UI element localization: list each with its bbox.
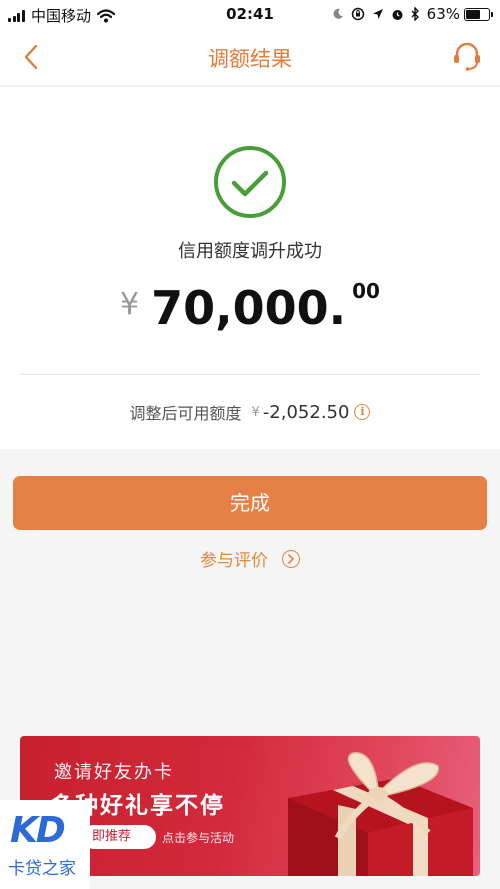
status-right: 63%	[325, 5, 493, 23]
amount-decimal: 00	[352, 279, 380, 303]
feedback-label: 参与评价	[200, 551, 268, 571]
success-check-icon	[214, 146, 286, 218]
nav-bar: 调额结果	[0, 30, 500, 86]
page-title: 调额结果	[208, 47, 292, 71]
lock-rotation-icon	[351, 7, 364, 21]
location-icon	[372, 9, 383, 19]
watermark-logo: KD	[10, 810, 66, 851]
info-icon[interactable]: i	[354, 404, 371, 420]
available-credit-row: 调整后可用额度 ¥ -2,052.50 i	[0, 400, 500, 424]
available-value: -2,052.50	[262, 401, 350, 423]
feedback-link[interactable]: 参与评价	[0, 546, 500, 571]
moon-icon	[333, 8, 343, 19]
battery-percent: 63%	[426, 5, 460, 23]
available-label: 调整后可用额度	[129, 404, 242, 423]
divider	[20, 374, 480, 375]
alarm-icon	[392, 9, 403, 20]
gift-box-icon	[288, 752, 473, 876]
bluetooth-icon	[411, 7, 419, 21]
available-currency: ¥	[251, 404, 260, 420]
customer-service-icon[interactable]	[450, 40, 484, 74]
battery-icon	[464, 7, 493, 21]
watermark-text: 卡贷之家	[8, 859, 76, 879]
done-button[interactable]: 完成	[13, 476, 487, 530]
chevron-right-circle-icon	[282, 549, 300, 568]
result-message: 信用额度调升成功	[178, 241, 322, 262]
banner-pill-button[interactable]: 即推荐	[82, 825, 156, 849]
result-card: 信用额度调升成功 ¥70,000. 00 调整后可用额度 ¥ -2,052.50 …	[0, 87, 500, 449]
banner-line1: 邀请好友办卡	[54, 762, 174, 783]
amount-integer: 70,000.	[151, 281, 347, 335]
credit-amount: ¥70,000. 00	[0, 279, 500, 335]
site-watermark: KD 卡贷之家	[0, 800, 90, 889]
status-bar: 中国移动 02:41 63%	[0, 0, 500, 30]
banner-hint: 点击参与活动	[162, 831, 235, 845]
amount-currency: ¥	[120, 287, 140, 322]
